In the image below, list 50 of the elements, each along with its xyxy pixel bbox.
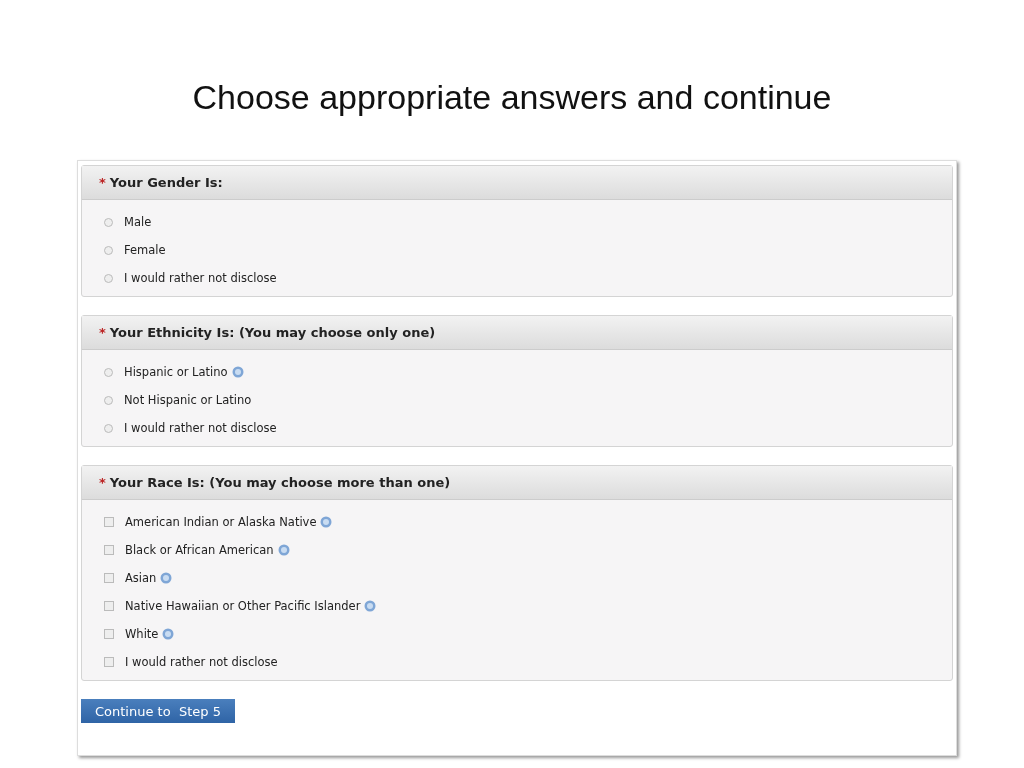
help-icon[interactable] xyxy=(320,516,333,528)
required-marker: * xyxy=(99,175,106,190)
question-heading: Your Gender Is: xyxy=(109,175,223,190)
option-label: I would rather not disclose xyxy=(124,271,277,285)
question-heading: Your Race Is: (You may choose more than one) xyxy=(109,475,451,490)
option-row[interactable]: Asian xyxy=(104,564,952,592)
required-marker: * xyxy=(99,325,106,340)
option-row[interactable]: Hispanic or Latino xyxy=(104,358,952,386)
option-label: American Indian or Alaska Native xyxy=(125,515,317,529)
help-icon[interactable] xyxy=(231,366,244,378)
radio-button[interactable] xyxy=(104,367,113,377)
option-label: Black or African American xyxy=(125,543,274,557)
option-row[interactable]: Black or African American xyxy=(104,536,952,564)
option-label: White xyxy=(125,627,159,641)
required-marker: * xyxy=(99,475,106,490)
option-label: Male xyxy=(124,215,152,229)
option-row[interactable]: I would rather not disclose xyxy=(104,414,952,442)
radio-button[interactable] xyxy=(104,395,113,405)
help-icon[interactable] xyxy=(160,572,173,584)
checkbox[interactable] xyxy=(104,545,114,555)
slide-title: Choose appropriate answers and continue xyxy=(191,77,833,118)
option-row[interactable]: Native Hawaiian or Other Pacific Islander xyxy=(104,592,952,620)
checkbox[interactable] xyxy=(104,517,114,527)
option-label: Female xyxy=(124,243,166,257)
help-icon[interactable] xyxy=(364,600,377,612)
checkbox[interactable] xyxy=(104,601,114,611)
checkbox[interactable] xyxy=(104,629,114,639)
radio-button[interactable] xyxy=(104,273,113,283)
option-label: Native Hawaiian or Other Pacific Islander xyxy=(125,599,361,613)
checkbox[interactable] xyxy=(104,657,114,667)
option-row[interactable]: Male xyxy=(104,208,952,236)
option-label: Hispanic or Latino xyxy=(124,365,228,379)
checkbox[interactable] xyxy=(104,573,114,583)
question-heading: Your Ethnicity Is: (You may choose only one) xyxy=(109,325,436,340)
option-label: I would rather not disclose xyxy=(125,655,278,669)
radio-button[interactable] xyxy=(104,423,113,433)
option-row[interactable]: I would rather not disclose xyxy=(104,648,952,676)
continue-button[interactable]: Continue to Step 5 xyxy=(81,699,235,723)
option-row[interactable]: American Indian or Alaska Native xyxy=(104,508,952,536)
option-row[interactable]: White xyxy=(104,620,952,648)
radio-button[interactable] xyxy=(104,245,113,255)
option-label: Not Hispanic or Latino xyxy=(124,393,252,407)
option-row[interactable]: Female xyxy=(104,236,952,264)
option-label: Asian xyxy=(125,571,157,585)
radio-button[interactable] xyxy=(104,217,113,227)
option-row[interactable]: I would rather not disclose xyxy=(104,264,952,292)
option-row[interactable]: Not Hispanic or Latino xyxy=(104,386,952,414)
help-icon[interactable] xyxy=(162,628,175,640)
help-icon[interactable] xyxy=(277,544,290,556)
option-label: I would rather not disclose xyxy=(124,421,277,435)
